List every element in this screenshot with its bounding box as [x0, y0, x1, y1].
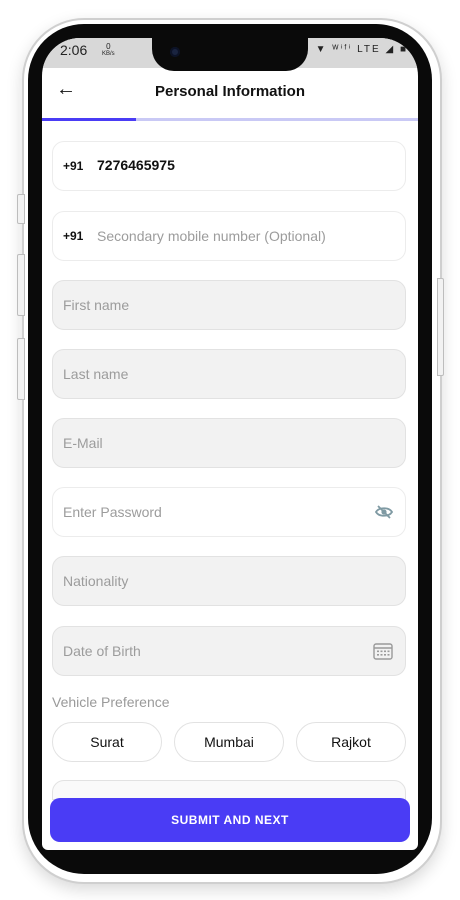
phone-screen: 2:06 0 KB/s ⇅ ▼ ᵂⁱᶠⁱ LTE ◢ ■ ← Personal … [42, 38, 418, 850]
secondary-mobile-placeholder: Secondary mobile number (Optional) [97, 228, 326, 244]
email-field[interactable]: E-Mail [52, 418, 406, 468]
secondary-mobile-field[interactable]: +91 Secondary mobile number (Optional) [52, 211, 406, 261]
vehicle-option-surat[interactable]: Surat [52, 722, 162, 762]
vehicle-preference-label: Vehicle Preference [52, 694, 170, 710]
progress-bar-fill [42, 118, 136, 121]
status-icons: ⇅ ▼ ᵂⁱᶠⁱ LTE ◢ ■ [300, 44, 408, 55]
network-speed-value: 0 [106, 42, 111, 51]
primary-mobile-value: 7276465975 [97, 157, 175, 173]
vehicle-option-mumbai[interactable]: Mumbai [174, 722, 284, 762]
password-placeholder: Enter Password [63, 504, 162, 520]
eye-off-icon[interactable] [374, 504, 394, 525]
password-field[interactable]: Enter Password [52, 487, 406, 537]
date-of-birth-placeholder: Date of Birth [63, 643, 141, 659]
date-of-birth-field[interactable]: Date of Birth [52, 626, 406, 676]
email-placeholder: E-Mail [63, 435, 103, 451]
notch [152, 38, 308, 71]
vehicle-option-rajkot[interactable]: Rajkot [296, 722, 406, 762]
calendar-icon[interactable] [373, 642, 393, 665]
network-speed-unit: KB/s [102, 51, 115, 57]
nationality-placeholder: Nationality [63, 573, 129, 589]
country-code: +91 [63, 159, 84, 173]
camera-icon [170, 47, 180, 57]
app-header: ← Personal Information [42, 68, 418, 118]
last-name-field[interactable]: Last name [52, 349, 406, 399]
first-name-placeholder: First name [63, 297, 130, 313]
country-code: +91 [63, 229, 84, 243]
primary-mobile-field[interactable]: +91 7276465975 [52, 141, 406, 191]
last-name-placeholder: Last name [63, 366, 129, 382]
first-name-field[interactable]: First name [52, 280, 406, 330]
side-button-mute [17, 194, 25, 224]
side-button-volume-down [17, 338, 25, 400]
next-field-peek [52, 780, 406, 800]
progress-bar [42, 118, 418, 121]
submit-and-next-button[interactable]: SUBMIT AND NEXT [50, 798, 410, 842]
side-button-power [437, 278, 444, 376]
side-button-volume-up [17, 254, 25, 316]
nationality-field[interactable]: Nationality [52, 556, 406, 606]
page-title: Personal Information [154, 83, 306, 100]
network-speed: 0 KB/s [102, 42, 115, 58]
status-time: 2:06 [60, 42, 88, 58]
